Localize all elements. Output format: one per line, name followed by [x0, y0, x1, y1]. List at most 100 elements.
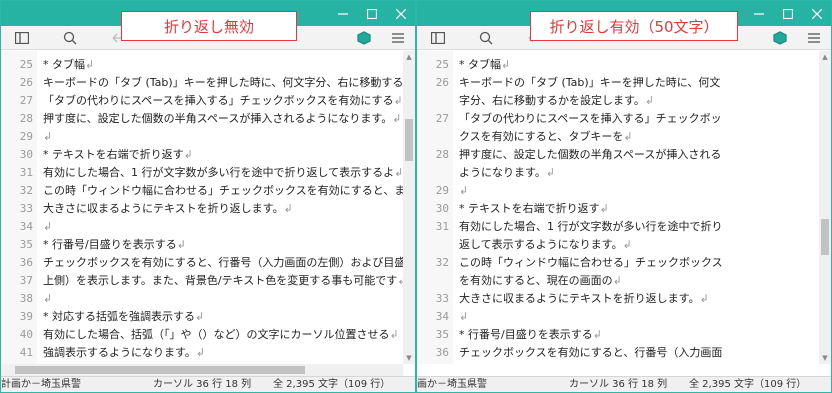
return-mark-icon: ↲	[183, 148, 193, 161]
menu-icon[interactable]	[803, 29, 825, 47]
app-logo-icon	[769, 29, 791, 47]
editor-line[interactable]: 28 押す度に、設定した個数の半角スペースが挿入される	[417, 146, 819, 164]
editor-line[interactable]: 41 強調表示するようになります。↲	[1, 344, 403, 362]
editor-line[interactable]: 25 * タブ幅↲	[1, 56, 403, 74]
status-cursor: カーソル 36 行 18 列	[569, 379, 668, 390]
sidebar-toggle-icon[interactable]	[427, 29, 449, 47]
editor-line[interactable]: 25 * タブ幅↲	[417, 56, 819, 74]
editor-line[interactable]: 39 * 対応する括弧を強調表示する↲	[1, 308, 403, 326]
scroll-up-icon[interactable]: ▲	[821, 53, 829, 61]
editor-line[interactable]: 34 ↲	[417, 308, 819, 326]
line-text: * 行番号/目盛りを表示する↲	[43, 238, 186, 251]
line-number: 28	[435, 148, 449, 161]
editor-line[interactable]: 28 押す度に、設定した個数の半角スペースが挿入されるようになります。↲	[1, 110, 403, 128]
editor-line[interactable]: 31 有効にした場合、1 行が文字数が多い行を途中で折り返して表示するよ↲	[1, 164, 403, 182]
return-mark-icon: ↲	[459, 310, 469, 323]
wrap-enabled-banner: 折り返し有効（50文字）	[530, 11, 738, 41]
editor-line[interactable]: 35 * 行番号/目盛りを表示する↲	[417, 326, 819, 344]
editor-line[interactable]: 36 チェックボックスを有効にすると、行番号（入力画面	[417, 344, 819, 362]
return-mark-icon: ↲	[195, 310, 205, 323]
scroll-down-icon[interactable]: ▼	[821, 354, 829, 362]
vertical-scroll-thumb[interactable]	[405, 119, 413, 161]
editor-line[interactable]: 30 * テキストを右端で折り返す↲	[1, 146, 403, 164]
app-logo-icon	[353, 29, 375, 47]
scroll-down-icon[interactable]: ▼	[405, 354, 413, 362]
return-mark-icon: ↲	[176, 238, 186, 251]
editor-line[interactable]: 返して表示するようになります。↲	[417, 236, 819, 254]
search-icon[interactable]	[59, 29, 81, 47]
menu-icon[interactable]	[387, 29, 409, 47]
line-text: この時「ウィンドウ幅に合わせる」チェックボックスを有効にすると、ま↲	[43, 184, 403, 197]
text-editor[interactable]: 25 * タブ幅↲ 26 キーボードの「タブ (Tab)」キーを押した時に、何文字分…	[417, 51, 819, 364]
editor-line[interactable]: 32 この時「ウィンドウ幅に合わせる」チェックボックス	[417, 254, 819, 272]
editor-line[interactable]: クスを有効にすると、タブキーを↲	[417, 128, 819, 146]
maximize-button[interactable]	[357, 1, 386, 26]
line-text: 上側）を表示します。また、背景色/テキスト色を変更する事も可能です↲	[43, 272, 403, 290]
line-number: 32	[19, 184, 33, 197]
editor-line[interactable]: 26 キーボードの「タブ (Tab)」キーを押した時に、何文字分、右に移動する↲	[1, 74, 403, 92]
editor-line[interactable]: 37 上側）を表示します。また、背景色/テキスト色を変更する事も可能です↲	[1, 272, 403, 290]
return-mark-icon: ↲	[622, 238, 632, 251]
editor-line[interactable]: を有効にすると、現在の画面の↲	[417, 272, 819, 290]
line-text: 強調表示するようになります。↲	[43, 346, 206, 359]
line-number: 26	[435, 76, 449, 89]
return-mark-icon: ↲	[394, 166, 403, 179]
line-number: 32	[435, 256, 449, 269]
line-text: * タブ幅↲	[459, 58, 511, 71]
return-mark-icon: ↲	[43, 220, 53, 233]
close-button[interactable]	[802, 1, 831, 26]
editor-line[interactable]: 31 有効にした場合、1 行が文字数が多い行を途中で折り	[417, 218, 819, 236]
editor-line[interactable]: 33 大きさに収まるようにテキストを折り返します。↲	[1, 200, 403, 218]
return-mark-icon: ↲	[195, 346, 206, 359]
editor-line[interactable]: 字分、右に移動するかを設定します。↲	[417, 92, 819, 110]
line-text: クスを有効にすると、タブキーを↲	[459, 130, 633, 143]
return-mark-icon: ↲	[592, 328, 602, 341]
horizontal-scrollbar[interactable]	[1, 364, 403, 376]
editor-line[interactable]: の左側）および目盛り（入力画面の↲	[417, 362, 819, 364]
line-text: * 対応する括弧を強調表示する↲	[43, 310, 205, 323]
line-number: 34	[19, 220, 33, 233]
maximize-button[interactable]	[773, 1, 802, 26]
minimize-button[interactable]	[328, 1, 357, 26]
status-bar: 計画か－埼玉県警 カーソル 36 行 18 列 全 2,395 文字（109 行…	[1, 376, 415, 392]
editor-line[interactable]: ようになります。↲	[417, 164, 819, 182]
editor-line[interactable]: 27 「タブの代わりにスペースを挿入する」チェックボックスを有効にする↲	[1, 92, 403, 110]
sidebar-toggle-icon[interactable]	[11, 29, 33, 47]
close-button[interactable]	[386, 1, 415, 26]
wrap-disabled-banner: 折り返し無効	[121, 11, 297, 41]
line-number: 34	[435, 310, 449, 323]
editor-line[interactable]: 27 「タブの代わりにスペースを挿入する」チェックボッ	[417, 110, 819, 128]
editor-line[interactable]: 40 有効にした場合、括弧（「」や（）など）の文字にカーソル位置させる↲	[1, 326, 403, 344]
vertical-scrollbar[interactable]: ▲ ▼	[403, 51, 415, 364]
minimize-button[interactable]	[744, 1, 773, 26]
line-number: 40	[19, 328, 33, 341]
line-text: ↲	[43, 128, 52, 146]
line-number: 29	[19, 130, 33, 143]
scroll-up-icon[interactable]: ▲	[405, 53, 413, 61]
horizontal-scroll-thumb[interactable]	[15, 366, 305, 374]
line-number: 33	[19, 202, 33, 215]
editor-line[interactable]: 38 ↲	[1, 290, 403, 308]
editor-line[interactable]: 26 キーボードの「タブ (Tab)」キーを押した時に、何文	[417, 74, 819, 92]
line-text: ↲	[459, 308, 468, 326]
editor-line[interactable]: 32 この時「ウィンドウ幅に合わせる」チェックボックスを有効にすると、ま↲	[1, 182, 403, 200]
status-cursor: カーソル 36 行 18 列	[153, 379, 252, 390]
status-file: 計画か－埼玉県警	[1, 379, 81, 390]
line-text: 大きさに収まるようにテキストを折り返します。↲	[43, 202, 293, 215]
return-mark-icon: ↲	[623, 130, 633, 143]
editor-line[interactable]: 34 ↲	[1, 218, 403, 236]
editor-line[interactable]: 33 大きさに収まるようにテキストを折り返します。↲	[417, 290, 819, 308]
line-number: 36	[435, 346, 449, 359]
editor-line[interactable]: 29 ↲	[417, 182, 819, 200]
editor-line[interactable]: 36 チェックボックスを有効にすると、行番号（入力画面の左側）および目盛↲	[1, 254, 403, 272]
editor-line[interactable]: 29 ↲	[1, 128, 403, 146]
return-mark-icon: ↲	[389, 328, 399, 341]
search-icon[interactable]	[475, 29, 497, 47]
vertical-scroll-thumb[interactable]	[821, 219, 829, 255]
editor-line[interactable]: 35 * 行番号/目盛りを表示する↲	[1, 236, 403, 254]
line-text: 返して表示するようになります。↲	[459, 238, 632, 251]
editor-line[interactable]: 30 * テキストを右端で折り返す↲	[417, 200, 819, 218]
line-text: * テキストを右端で折り返す↲	[459, 202, 609, 215]
text-editor[interactable]: 25 * タブ幅↲ 26 キーボードの「タブ (Tab)」キーを押した時に、何文字分…	[1, 51, 403, 364]
vertical-scrollbar[interactable]: ▲ ▼	[819, 51, 831, 364]
